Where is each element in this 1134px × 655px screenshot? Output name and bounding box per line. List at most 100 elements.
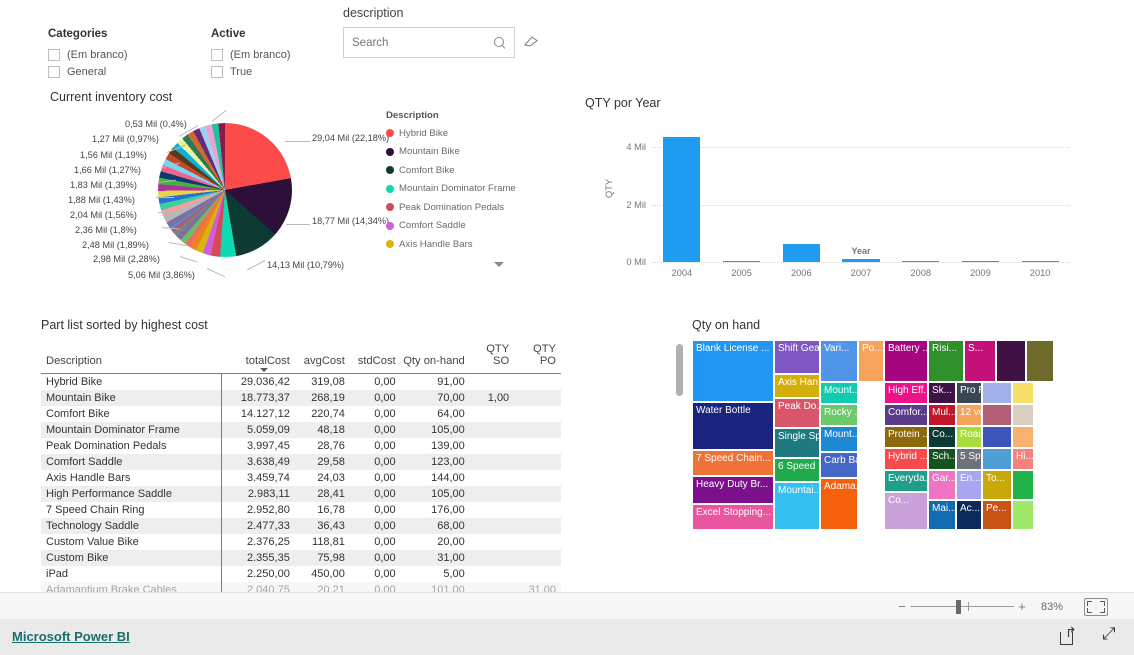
treemap-tile[interactable]: To... bbox=[982, 470, 1012, 500]
bar-2005[interactable] bbox=[723, 261, 761, 262]
bar-2007[interactable] bbox=[842, 259, 880, 262]
table-row[interactable]: Custom Bike 2.355,35 75,98 0,00 31,00 bbox=[41, 550, 561, 566]
share-icon[interactable] bbox=[1060, 624, 1078, 646]
legend-item-4[interactable]: Peak Domination Pedals bbox=[386, 198, 566, 217]
search-input[interactable]: Search bbox=[343, 27, 515, 58]
column-chart-plot[interactable]: 0 Mil 2 Mil 4 Mil 2004 2005 2006 2007 2008 2009 2… bbox=[626, 130, 1070, 278]
fit-to-page-icon[interactable] bbox=[1084, 597, 1108, 616]
column-header-qty-so[interactable]: QTY SO bbox=[470, 340, 514, 374]
table-row[interactable]: Mountain Dominator Frame 5.059,09 48,18 0,0… bbox=[41, 422, 561, 438]
treemap-tile[interactable] bbox=[1012, 382, 1034, 404]
part-list-table[interactable]: Description totalCost avgCost stdCost Qt… bbox=[41, 340, 561, 615]
column-header-description[interactable]: Description bbox=[41, 340, 222, 374]
treemap-visual[interactable]: Qty on hand Blank License ... Water Bottl… bbox=[668, 318, 1100, 590]
legend-item-0[interactable]: Hybrid Bike bbox=[386, 124, 566, 143]
column-chart-visual[interactable]: QTY por Year QTY 0 Mil 2 Mil 4 Mil 2004 2005… bbox=[580, 90, 1100, 305]
zoom-control[interactable]: − + 83% bbox=[894, 593, 1108, 620]
treemap-tile[interactable] bbox=[982, 404, 1012, 426]
treemap-tile[interactable]: 6 Speed ... bbox=[774, 458, 820, 482]
slicer-categories[interactable]: Categories (Em branco) General bbox=[48, 28, 188, 80]
table-header[interactable]: Description totalCost avgCost stdCost Qt… bbox=[41, 340, 561, 374]
treemap-tile[interactable]: Comfor... bbox=[884, 404, 928, 426]
table-row[interactable]: Comfort Bike 14.127,12 220,74 0,00 64,00 bbox=[41, 406, 561, 422]
table-row[interactable]: Peak Domination Pedals 3.997,45 28,76 0,00 1… bbox=[41, 438, 561, 454]
fullscreen-icon[interactable] bbox=[1102, 624, 1120, 646]
treemap-tile[interactable]: Pe... bbox=[982, 500, 1012, 530]
treemap-tile[interactable] bbox=[982, 426, 1012, 448]
column-header-totalcost[interactable]: totalCost bbox=[222, 340, 295, 374]
legend-item-3[interactable]: Mountain Dominator Frame bbox=[386, 180, 566, 199]
treemap-tile[interactable]: Gar... bbox=[928, 470, 956, 500]
treemap-tile[interactable] bbox=[1012, 404, 1034, 426]
treemap-tile[interactable] bbox=[1012, 500, 1034, 530]
table-row[interactable]: High Performance Saddle 2.983,11 28,41 0,00… bbox=[41, 486, 561, 502]
treemap-tile[interactable]: En... bbox=[956, 470, 982, 500]
eraser-icon[interactable] bbox=[524, 36, 538, 47]
table-row[interactable]: Axis Handle Bars 3.459,74 24,03 0,00 144,00 bbox=[41, 470, 561, 486]
treemap-tile[interactable]: Battery ... bbox=[884, 340, 928, 382]
slicer-item-categories-1[interactable]: General bbox=[48, 63, 188, 80]
pie-legend[interactable]: Description Hybrid Bike Mountain Bike Co… bbox=[386, 110, 566, 267]
column-header-avgcost[interactable]: avgCost bbox=[295, 340, 350, 374]
treemap-tile[interactable]: Shift Gea... bbox=[774, 340, 820, 374]
treemap-plot[interactable]: Blank License ... Water Bottle 7 Speed Cha… bbox=[692, 340, 1098, 590]
checkbox-icon[interactable] bbox=[211, 65, 223, 78]
treemap-tile[interactable]: Road ... bbox=[956, 426, 982, 448]
table-row[interactable]: Hybrid Bike 29.036,42 319,08 0,00 91,00 bbox=[41, 373, 561, 390]
treemap-tile[interactable]: Mountai... bbox=[774, 482, 820, 530]
table-row[interactable]: Custom Value Bike 2.376,25 118,81 0,00 20,00 bbox=[41, 534, 561, 550]
treemap-tile[interactable]: Heavy Duty Br... bbox=[692, 476, 774, 504]
checkbox-icon[interactable] bbox=[48, 65, 60, 78]
treemap-tile[interactable] bbox=[982, 448, 1012, 470]
treemap-tile[interactable]: Axis Han... bbox=[774, 374, 820, 398]
bar-2006[interactable] bbox=[782, 244, 820, 262]
slicer-item-categories-0[interactable]: (Em branco) bbox=[48, 46, 188, 63]
treemap-tile[interactable]: Rocky ... bbox=[820, 404, 858, 426]
checkbox-icon[interactable] bbox=[211, 48, 223, 61]
treemap-tile[interactable] bbox=[982, 382, 1012, 404]
treemap-tile[interactable]: Sk... bbox=[928, 382, 956, 404]
bar-2009[interactable] bbox=[961, 260, 999, 262]
treemap-tile[interactable]: Vari... bbox=[820, 340, 858, 382]
treemap-tile[interactable]: 12 vol... bbox=[956, 404, 982, 426]
column-header-qty-on-hand[interactable]: Qty on-hand bbox=[401, 340, 470, 374]
treemap-tile[interactable]: Everyda... bbox=[884, 470, 928, 492]
table-body[interactable]: Hybrid Bike 29.036,42 319,08 0,00 91,00 Mount… bbox=[41, 373, 561, 599]
bar-2004[interactable] bbox=[663, 137, 701, 262]
treemap-tile[interactable] bbox=[1026, 340, 1054, 382]
table-row[interactable]: 7 Speed Chain Ring 2.952,80 16,78 0,00 176,0… bbox=[41, 502, 561, 518]
column-header-stdcost[interactable]: stdCost bbox=[350, 340, 401, 374]
zoom-slider[interactable] bbox=[910, 593, 1014, 620]
treemap-tile[interactable]: 5 Spe... bbox=[956, 448, 982, 470]
zoom-slider-thumb[interactable] bbox=[956, 600, 961, 614]
treemap-scrollbar[interactable] bbox=[676, 344, 683, 396]
treemap-tile[interactable] bbox=[1012, 426, 1034, 448]
legend-item-2[interactable]: Comfort Bike bbox=[386, 161, 566, 180]
slicer-active[interactable]: Active (Em branco) True bbox=[211, 28, 341, 80]
treemap-tile[interactable]: Hybrid ... bbox=[884, 448, 928, 470]
table-visual[interactable]: Part list sorted by highest cost Descrip… bbox=[38, 318, 578, 615]
legend-item-5[interactable]: Comfort Saddle bbox=[386, 217, 566, 236]
treemap-tile[interactable]: Water Bottle bbox=[692, 402, 774, 450]
treemap-tile[interactable]: Peak Do... bbox=[774, 398, 820, 428]
treemap-tile[interactable]: Co... bbox=[884, 492, 928, 530]
zoom-in-button[interactable]: + bbox=[1014, 599, 1030, 614]
treemap-tile[interactable]: S... bbox=[964, 340, 996, 382]
powerbi-brand-link[interactable]: Microsoft Power BI bbox=[12, 629, 130, 644]
pie-chart-plot[interactable] bbox=[158, 123, 292, 257]
table-row[interactable]: Mountain Bike 18.773,37 268,19 0,00 70,00 1,0… bbox=[41, 390, 561, 406]
treemap-tile[interactable]: Excel Stopping... bbox=[692, 504, 774, 530]
treemap-tile[interactable]: Protein ... bbox=[884, 426, 928, 448]
treemap-tile[interactable]: Sch... bbox=[928, 448, 956, 470]
treemap-tile[interactable]: Hi... bbox=[1012, 448, 1034, 470]
bar-2010[interactable] bbox=[1021, 260, 1059, 262]
treemap-tile[interactable]: Mai... bbox=[928, 500, 956, 530]
zoom-out-button[interactable]: − bbox=[894, 599, 910, 614]
treemap-tile[interactable]: Single Sp... bbox=[774, 428, 820, 458]
treemap-tile[interactable] bbox=[996, 340, 1026, 382]
legend-item-1[interactable]: Mountain Bike bbox=[386, 143, 566, 162]
checkbox-icon[interactable] bbox=[48, 48, 60, 61]
treemap-tile[interactable]: Risi... bbox=[928, 340, 964, 382]
chevron-down-icon[interactable] bbox=[494, 262, 504, 267]
table-row[interactable]: Comfort Saddle 3.638,49 29,58 0,00 123,00 bbox=[41, 454, 561, 470]
